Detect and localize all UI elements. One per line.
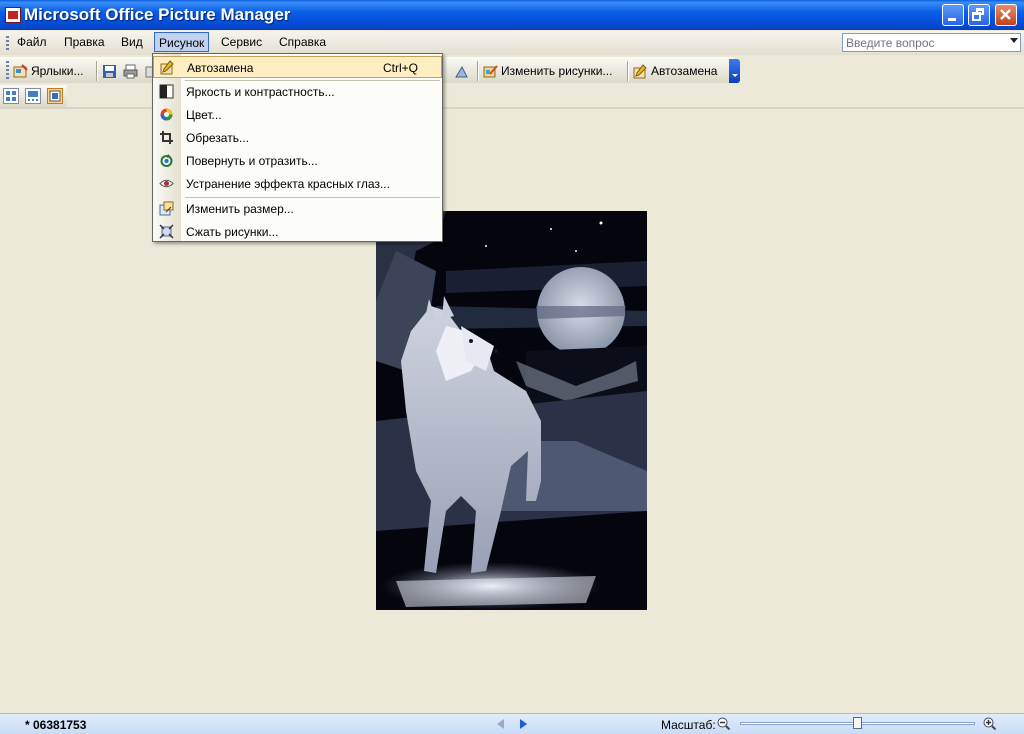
menu-item-label: Обрезать... xyxy=(186,131,249,145)
filmstrip-icon xyxy=(28,91,38,101)
shortcuts-icon xyxy=(13,64,28,78)
toolbar-options-button[interactable] xyxy=(729,59,740,83)
menu-item-label: Устранение эффекта красных глаз... xyxy=(186,177,390,191)
minimize-button[interactable] xyxy=(942,4,964,26)
menu-item-crop[interactable]: Обрезать... xyxy=(153,127,442,149)
menu-edit[interactable]: Правка xyxy=(64,35,105,49)
crop-icon xyxy=(160,131,173,144)
thumbnail-view-button[interactable] xyxy=(3,88,19,104)
filmstrip-view-button[interactable] xyxy=(25,88,41,104)
single-picture-icon xyxy=(49,90,61,102)
menubar-grip[interactable] xyxy=(6,36,9,51)
menu-item-color[interactable]: Цвет... xyxy=(153,104,442,126)
compress-icon xyxy=(159,224,174,239)
chevron-down-icon[interactable] xyxy=(1010,38,1018,43)
restore-button[interactable] xyxy=(968,4,990,26)
status-filename: * 06381753 xyxy=(25,718,87,732)
picture-menu-dropdown: Автозамена Ctrl+Q Яркость и контрастност… xyxy=(152,53,443,242)
menu-item-autocorrect[interactable]: Автозамена Ctrl+Q xyxy=(153,56,442,78)
thumbnails-icon xyxy=(6,91,16,101)
print-icon xyxy=(123,64,138,79)
autocorrect-toolbar-label: Автозамена xyxy=(651,64,718,78)
rotate-icon xyxy=(160,154,173,167)
menu-item-label: Изменить размер... xyxy=(186,202,294,216)
menu-tools[interactable]: Сервис xyxy=(221,35,262,49)
menu-view[interactable]: Вид xyxy=(121,35,143,49)
color-icon xyxy=(160,108,173,121)
autocorrect-icon xyxy=(160,60,174,75)
redeye-icon xyxy=(159,179,174,188)
toolbar-separator xyxy=(627,61,629,81)
menu-item-brightness-contrast[interactable]: Яркость и контрастность... xyxy=(153,81,442,103)
shortcuts-button[interactable]: Ярлыки... xyxy=(13,61,84,81)
menu-item-compress[interactable]: Сжать рисунки... xyxy=(153,221,442,243)
previous-picture-icon[interactable] xyxy=(497,719,504,729)
help-question-input[interactable] xyxy=(843,34,1009,51)
menu-item-label: Автозамена xyxy=(187,61,254,75)
menu-item-red-eye[interactable]: Устранение эффекта красных глаз... xyxy=(153,173,442,195)
close-button[interactable] xyxy=(995,4,1017,26)
status-bar: * 06381753 Масштаб: xyxy=(0,713,1024,734)
toolbar-grip[interactable] xyxy=(6,61,9,79)
menu-help[interactable]: Справка xyxy=(279,35,326,49)
edit-pictures-icon xyxy=(483,65,498,78)
menu-item-resize[interactable]: Изменить размер... xyxy=(153,198,442,220)
menu-item-label: Цвет... xyxy=(186,108,222,122)
next-picture-icon[interactable] xyxy=(520,719,527,729)
toolbar-separator xyxy=(477,61,479,81)
autocorrect-toolbar-button[interactable]: Автозамена xyxy=(633,61,717,81)
resize-icon xyxy=(159,201,174,216)
toolbar-separator xyxy=(96,61,98,81)
window-title: Microsoft Office Picture Manager xyxy=(24,5,291,24)
autocorrect-icon xyxy=(633,64,647,79)
print-button[interactable] xyxy=(123,61,141,81)
save-button[interactable] xyxy=(102,61,120,81)
menu-item-label: Яркость и контрастность... xyxy=(186,85,335,99)
brightness-icon xyxy=(159,84,174,99)
app-icon[interactable] xyxy=(5,7,21,23)
menu-item-label: Повернуть и отразить... xyxy=(186,154,318,168)
triangle-rotate-icon xyxy=(455,66,468,78)
menu-item-rotate-flip[interactable]: Повернуть и отразить... xyxy=(153,150,442,172)
zoom-slider-thumb[interactable] xyxy=(853,717,862,729)
edit-pictures-button[interactable]: Изменить рисунки... xyxy=(483,61,612,81)
zoom-label: Масштаб: xyxy=(661,718,716,732)
wolf-picture xyxy=(376,211,647,610)
shortcuts-label: Ярлыки... xyxy=(31,64,84,78)
menu-file[interactable]: Файл xyxy=(17,35,47,49)
single-picture-view-button[interactable] xyxy=(47,88,63,104)
rotate-right-button[interactable] xyxy=(454,61,472,81)
help-question-box[interactable] xyxy=(842,33,1021,52)
menu-item-label: Сжать рисунки... xyxy=(186,225,279,239)
save-icon xyxy=(103,65,116,79)
edit-pictures-label: Изменить рисунки... xyxy=(501,64,613,78)
menu-picture[interactable]: Рисунок xyxy=(154,32,210,52)
menu-item-shortcut: Ctrl+Q xyxy=(383,61,419,75)
picture-preview[interactable] xyxy=(376,211,647,610)
close-icon xyxy=(1000,9,1011,20)
title-bar[interactable]: Microsoft Office Picture Manager xyxy=(0,0,1024,30)
zoom-out-icon[interactable] xyxy=(717,717,730,730)
zoom-in-icon[interactable] xyxy=(983,717,996,730)
